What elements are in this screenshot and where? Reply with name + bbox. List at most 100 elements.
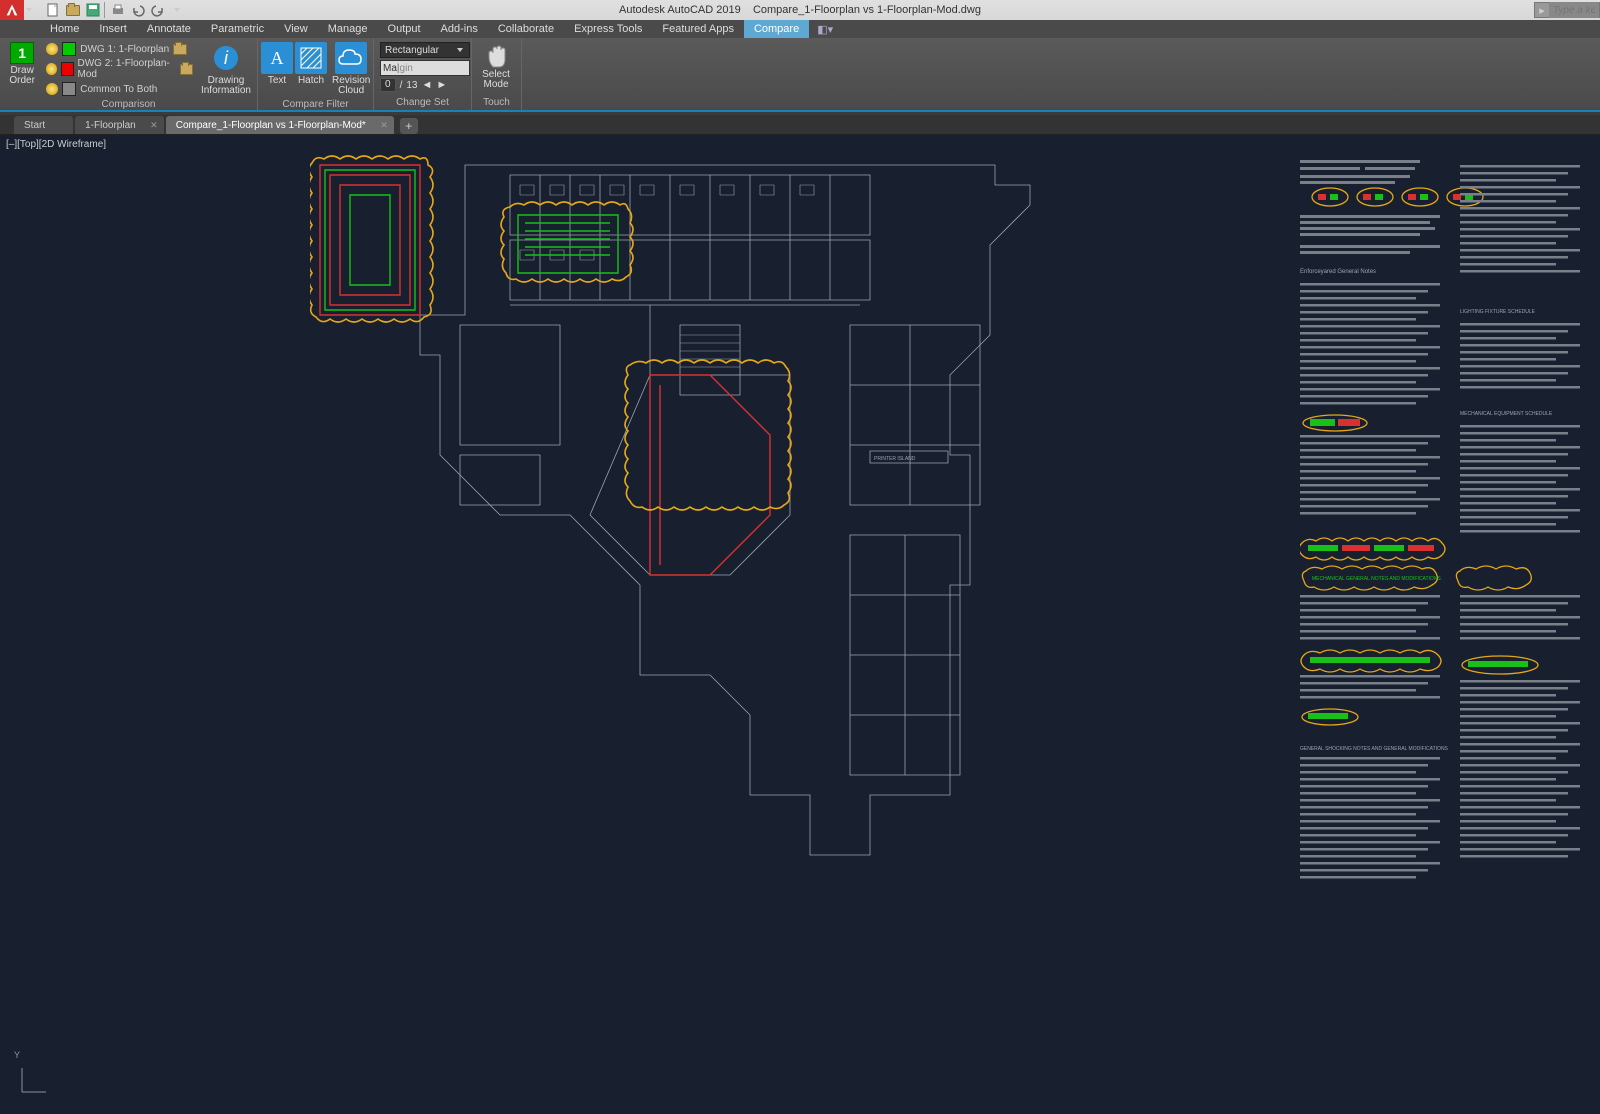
- drawing-information-button[interactable]: i Drawing Information: [199, 40, 253, 98]
- swatch-green[interactable]: [62, 42, 76, 56]
- notes-column: Enforceyared General Notes MECHANICAL GE…: [1300, 155, 1590, 895]
- hand-icon: [484, 42, 508, 70]
- tab-featured-apps[interactable]: Featured Apps: [652, 20, 744, 38]
- open-icon[interactable]: [64, 2, 82, 18]
- swatch-gray[interactable]: [62, 82, 76, 96]
- title-text: Autodesk AutoCAD 2019 Compare_1-Floorpla…: [619, 4, 981, 16]
- svg-text:LIGHTING FIXTURE SCHEDULE: LIGHTING FIXTURE SCHEDULE: [1460, 309, 1536, 315]
- change-set-shape-dropdown[interactable]: Rectangular: [380, 42, 470, 58]
- file-tabs: Start 1-Floorplan ✕ Compare_1-Floorplan v…: [0, 115, 1600, 135]
- tab-label: Compare_1-Floorplan vs 1-Floorplan-Mod*: [176, 120, 366, 131]
- bulb-icon[interactable]: [46, 83, 58, 95]
- panel-change-set: Rectangular Ma|gin 0 / 13 ◄ ► Change Set: [374, 38, 472, 110]
- ucs-icon[interactable]: Y: [18, 1064, 50, 1096]
- file-tab-compare[interactable]: Compare_1-Floorplan vs 1-Floorplan-Mod* ✕: [166, 116, 394, 134]
- filter-revision-cloud-button[interactable]: Revision Cloud: [330, 40, 372, 98]
- ribbon-tabs: Home Insert Annotate Parametric View Man…: [0, 20, 1600, 38]
- hatch-icon: [295, 42, 327, 74]
- svg-text:MECHANICAL EQUIPMENT SCHEDULE: MECHANICAL EQUIPMENT SCHEDULE: [1460, 411, 1553, 417]
- titlebar: Autodesk AutoCAD 2019 Compare_1-Floorpla…: [0, 0, 1600, 20]
- chevron-down-icon: [457, 46, 465, 54]
- printer-island-label: PRINTER ISLAND: [874, 456, 916, 462]
- panel-comparison: 1 Draw Order DWG 1: 1-Floorplan DWG 2: 1…: [0, 38, 258, 110]
- panel-title: Comparison: [4, 98, 253, 112]
- tab-label: 1-Floorplan: [85, 120, 136, 131]
- ucs-y-label: Y: [14, 1050, 20, 1060]
- svg-text:Enforceyared General Notes: Enforceyared General Notes: [1300, 269, 1376, 275]
- redo-icon[interactable]: [149, 2, 167, 18]
- folder-icon[interactable]: [180, 64, 193, 75]
- draw-order-icon: 1: [10, 42, 34, 64]
- folder-icon[interactable]: [173, 44, 187, 55]
- application-menu-button[interactable]: [0, 0, 24, 20]
- text-icon: A: [261, 42, 293, 74]
- qat-sep: [104, 2, 107, 18]
- tab-manage[interactable]: Manage: [318, 20, 378, 38]
- margin-input[interactable]: Ma|gin: [380, 60, 470, 76]
- quick-access-toolbar: [44, 2, 187, 18]
- save-icon[interactable]: [84, 2, 102, 18]
- legend-label: DWG 1: 1-Floorplan: [80, 44, 169, 55]
- tab-addins[interactable]: Add-ins: [431, 20, 488, 38]
- tab-view[interactable]: View: [274, 20, 318, 38]
- viewport-controls[interactable]: [–][Top][2D Wireframe]: [6, 139, 106, 150]
- panel-touch: Select Mode Touch: [472, 38, 522, 110]
- draw-order-button[interactable]: 1 Draw Order: [4, 40, 40, 88]
- close-icon[interactable]: ✕: [380, 120, 388, 131]
- comparison-legend: DWG 1: 1-Floorplan DWG 2: 1-Floorplan-Mo…: [42, 40, 197, 98]
- text-label: Text: [268, 76, 286, 86]
- new-icon[interactable]: [44, 2, 62, 18]
- svg-text:GENERAL SHOCKING NOTES AND GEN: GENERAL SHOCKING NOTES AND GENERAL MODIF…: [1300, 746, 1449, 752]
- tab-label: Start: [24, 120, 45, 131]
- drawing-info-label: Drawing Information: [201, 76, 251, 96]
- close-icon[interactable]: ✕: [150, 120, 158, 131]
- tab-insert[interactable]: Insert: [89, 20, 137, 38]
- tab-annotate[interactable]: Annotate: [137, 20, 201, 38]
- qat-customize[interactable]: [169, 2, 187, 18]
- legend-row-dwg1: DWG 1: 1-Floorplan: [46, 42, 193, 56]
- swatch-red[interactable]: [61, 62, 74, 76]
- print-icon[interactable]: [109, 2, 127, 18]
- select-mode-button[interactable]: Select Mode: [476, 40, 516, 92]
- undo-icon[interactable]: [129, 2, 147, 18]
- file-tab-floorplan[interactable]: 1-Floorplan ✕: [75, 116, 164, 134]
- tab-home[interactable]: Home: [40, 20, 89, 38]
- tab-parametric[interactable]: Parametric: [201, 20, 274, 38]
- dd-value: Rectangular: [385, 45, 439, 56]
- cloud-label: Revision Cloud: [332, 76, 370, 96]
- app-menu-dd[interactable]: [26, 1, 40, 19]
- panel-title: Touch: [476, 96, 517, 110]
- legend-label: DWG 2: 1-Floorplan-Mod: [78, 58, 177, 80]
- tab-compare[interactable]: Compare: [744, 20, 809, 38]
- bulb-icon[interactable]: [46, 63, 57, 75]
- margin-prefix: Ma: [383, 63, 397, 74]
- new-tab-button[interactable]: +: [400, 118, 418, 134]
- panel-expand-icon[interactable]: ◧▾: [817, 23, 833, 36]
- floorplan-drawing: PRINTER ISLAND: [310, 155, 1290, 935]
- search-icon: ▸: [1535, 4, 1549, 17]
- tab-output[interactable]: Output: [378, 20, 431, 38]
- draw-order-label: Draw Order: [9, 66, 35, 86]
- info-icon: i: [210, 42, 242, 74]
- tab-collaborate[interactable]: Collaborate: [488, 20, 564, 38]
- nav-current: 0: [380, 78, 396, 92]
- search-input[interactable]: [1549, 2, 1599, 18]
- filter-hatch-button[interactable]: Hatch: [294, 40, 328, 88]
- panel-title: Change Set: [378, 96, 467, 110]
- filter-text-button[interactable]: A Text: [262, 40, 292, 88]
- legend-row-dwg2: DWG 2: 1-Floorplan-Mod: [46, 58, 193, 80]
- hatch-label: Hatch: [298, 76, 324, 86]
- file-tab-start[interactable]: Start: [14, 116, 73, 134]
- legend-label: Common To Both: [80, 84, 157, 95]
- legend-row-common: Common To Both: [46, 82, 193, 96]
- select-mode-label: Select Mode: [482, 70, 510, 90]
- tab-express-tools[interactable]: Express Tools: [564, 20, 652, 38]
- model-viewport[interactable]: [–][Top][2D Wireframe]: [0, 135, 1600, 1114]
- nav-next-button[interactable]: ►: [436, 79, 447, 91]
- change-set-nav: 0 / 13 ◄ ►: [380, 78, 470, 92]
- ribbon: 1 Draw Order DWG 1: 1-Floorplan DWG 2: 1…: [0, 38, 1600, 112]
- nav-prev-button[interactable]: ◄: [421, 79, 432, 91]
- bulb-icon[interactable]: [46, 43, 58, 55]
- panel-compare-filter: A Text Hatch Revision Cloud Compare Filt…: [258, 38, 374, 110]
- nav-total: 13: [406, 80, 417, 91]
